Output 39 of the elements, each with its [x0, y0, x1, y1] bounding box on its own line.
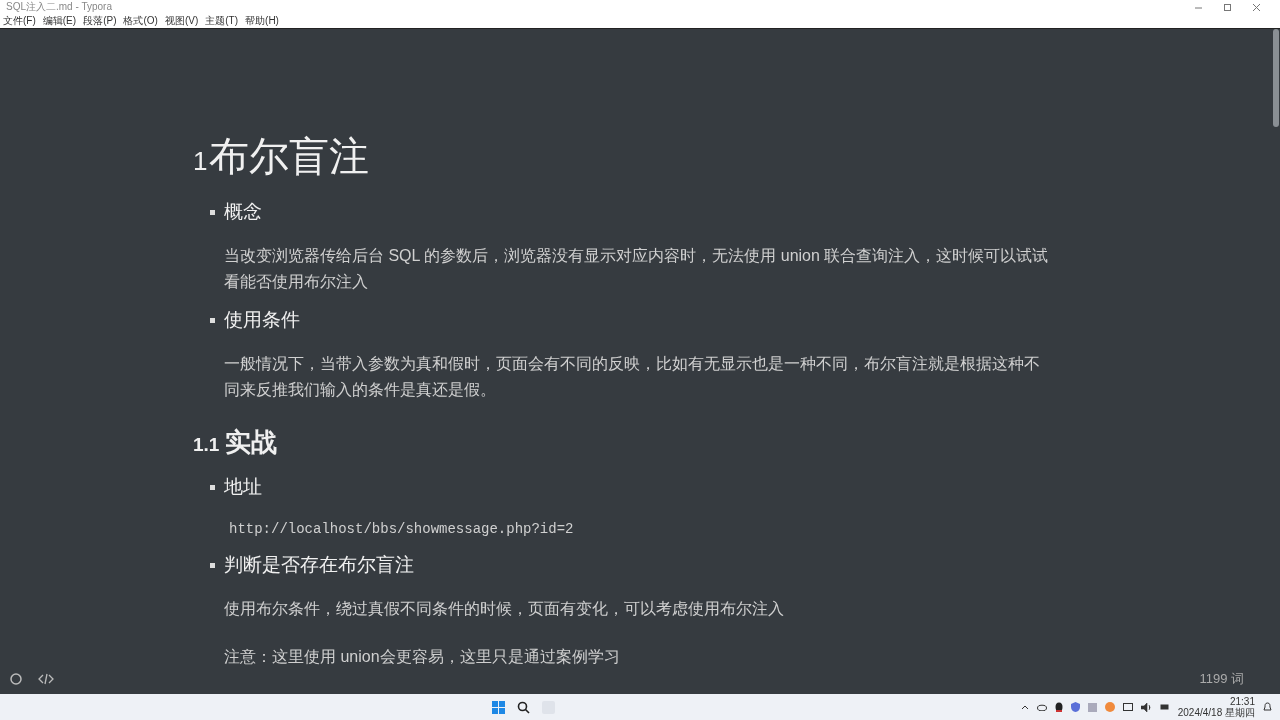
bullet-icon [210, 484, 215, 490]
list-item: 地址 [224, 475, 262, 499]
menu-item[interactable]: 文件(F) [3, 14, 36, 28]
code-icon[interactable] [38, 673, 54, 685]
heading: 1布尔盲注 [193, 133, 371, 180]
subheading: 1.1 实战 [193, 426, 279, 459]
bell-icon[interactable] [1263, 702, 1272, 712]
scrollbar-thumb[interactable] [1273, 29, 1279, 127]
bullet-icon [210, 317, 215, 323]
clock-date: 2024/4/18 星期四 [1177, 707, 1255, 718]
menu-item[interactable]: 视图(V) [164, 14, 199, 28]
code-line: http://localhost/bbs/showmessage.php?id=2 [229, 520, 575, 539]
menu-item[interactable]: 格式(O) [123, 14, 158, 28]
list-item: 概念 [224, 200, 262, 224]
paragraph: 使用布尔条件，绕过真假不同条件的时候，页面有变化，可以考虑使用布尔注入 [224, 599, 785, 619]
speaker-icon[interactable] [1140, 702, 1152, 712]
monitor-icon[interactable] [1122, 702, 1133, 712]
bullet-icon [210, 209, 215, 215]
window-title: SQL注入二.md - Typora [6, 0, 112, 14]
start-icon[interactable] [491, 700, 505, 714]
close-icon[interactable] [1253, 3, 1260, 11]
word-count: 1199 词 [1199, 670, 1244, 688]
menu-item[interactable]: 主题(T) [205, 14, 239, 28]
menu-item[interactable]: 帮助(H) [245, 14, 279, 28]
battery-icon[interactable] [1159, 703, 1170, 711]
chevron-up-icon[interactable] [1020, 704, 1029, 710]
shield-icon[interactable] [1070, 702, 1080, 712]
clock-time: 21:31 [1229, 696, 1255, 707]
bullet-icon [210, 562, 215, 568]
list-item: 判断是否存在布尔盲注 [224, 553, 414, 577]
list-item: 使用条件 [224, 308, 300, 332]
search-icon[interactable] [516, 700, 530, 714]
maximize-icon[interactable] [1224, 3, 1231, 11]
paragraph: 注意：这里使用 union会更容易，这里只是通过案例学习 [224, 647, 621, 667]
circle-icon[interactable] [10, 673, 22, 685]
menu-item[interactable]: 编辑(E) [42, 14, 77, 28]
paragraph: 当改变浏览器传给后台 SQL 的参数后，浏览器没有显示对应内容时，无法使用 union 联合查询注入，这时候可以试试看能否使用布尔注入 [224, 246, 1050, 292]
menu-item[interactable]: 段落(P) [83, 14, 117, 28]
paragraph: 一般情况下，当带入参数为真和假时，页面会有不同的反映，比如有无显示也是一种不同，布尔盲注就是根据这种不同来反推我们输入的条件是真还是假。 [224, 354, 1041, 400]
